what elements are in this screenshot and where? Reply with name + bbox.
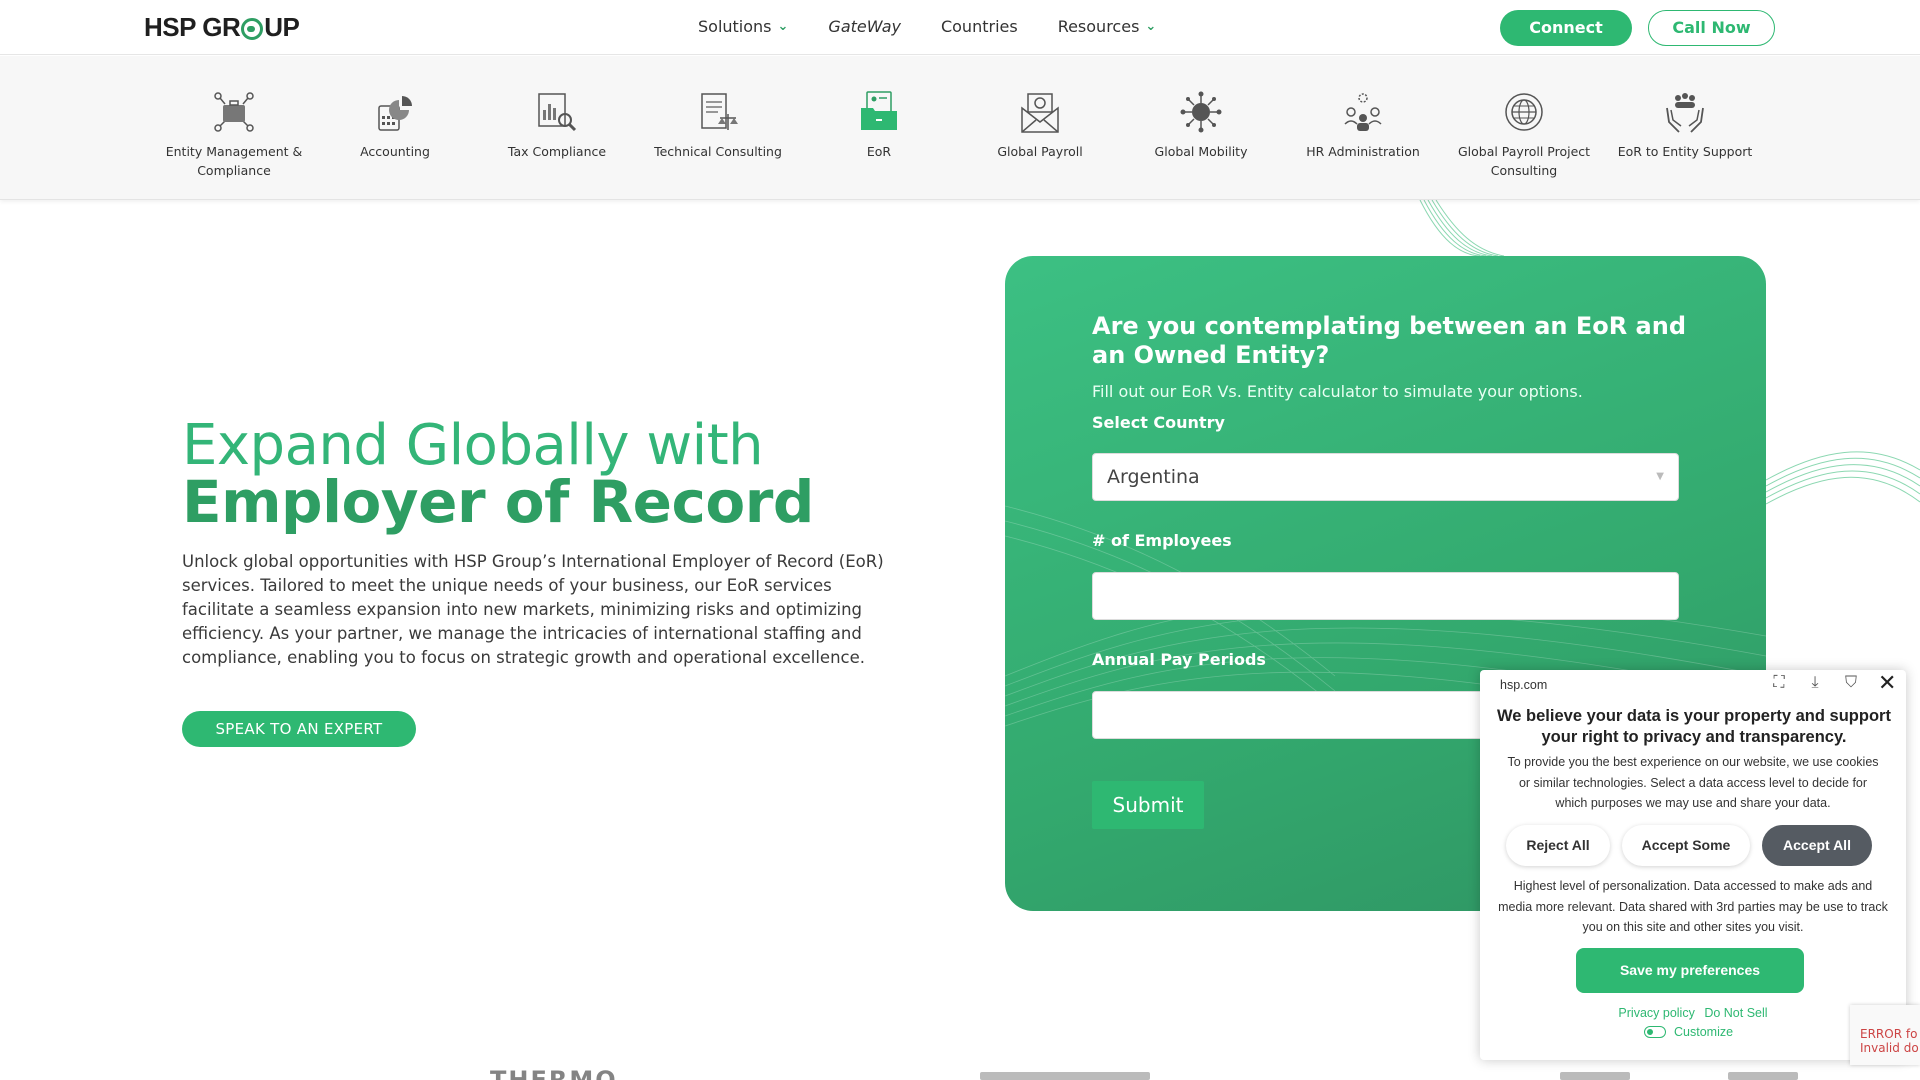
nav-solutions-label: Solutions: [698, 17, 772, 36]
nav-countries[interactable]: Countries: [941, 17, 1018, 36]
service-hr-administration[interactable]: HR Administration: [1283, 90, 1443, 161]
services-bar: Entity Management & Compliance Accountin…: [0, 56, 1920, 200]
service-eor-to-entity[interactable]: EoR to Entity Support: [1605, 90, 1765, 161]
people-gear-icon: [1344, 93, 1382, 131]
toggle-icon: [1644, 1026, 1666, 1038]
folder-id-icon: [861, 91, 897, 130]
chevron-down-icon: ⌄: [777, 19, 789, 34]
cookie-level-description: Highest level of personalization. Data a…: [1498, 879, 1888, 934]
cookie-body: To provide you the best experience on ou…: [1507, 755, 1879, 810]
close-icon[interactable]: ✕: [1878, 672, 1896, 694]
hsp-group-logo[interactable]: HSP GR UP: [144, 12, 300, 43]
document-magnifier-icon: [538, 93, 577, 132]
site-header: HSP GR UP Solutions ⌄ GateWay Countries R…: [0, 0, 1920, 55]
download-icon[interactable]: ⤓: [1806, 674, 1824, 692]
shield-icon[interactable]: ⛉: [1842, 674, 1860, 692]
service-label: Global Payroll: [997, 144, 1083, 159]
service-eor[interactable]: EoR: [799, 90, 959, 161]
call-now-button[interactable]: Call Now: [1648, 10, 1775, 46]
service-label: Global Payroll Project Consulting: [1457, 144, 1591, 178]
cookie-site-name: hsp.com: [1500, 678, 1548, 692]
service-label: Tax Compliance: [507, 144, 607, 159]
cookie-consent-dialog: hsp.com ⛶ ⤓ ⛉ ✕ We believe your data is …: [1480, 670, 1906, 1060]
nav-countries-label: Countries: [940, 17, 1018, 36]
hero-title-line-2: Employer of Record: [182, 468, 814, 536]
cookie-links: Privacy policy Do Not Sell: [1480, 1006, 1906, 1020]
customize-label: Customize: [1674, 1025, 1734, 1039]
form-title: Are you contemplating between an EoR and…: [1092, 312, 1687, 369]
calculator-chart-icon: [378, 96, 412, 131]
partner-logo-thermo: THERMO: [490, 1066, 618, 1080]
hands-people-icon: [1666, 93, 1704, 133]
nav-gateway-label: GateWay: [828, 17, 901, 36]
service-label: EoR to Entity Support: [1617, 144, 1753, 159]
employees-input[interactable]: [1092, 572, 1679, 620]
nav-resources-label: Resources: [1057, 17, 1140, 36]
partner-logo: [1728, 1072, 1798, 1080]
accept-all-button[interactable]: Accept All: [1762, 825, 1872, 866]
save-preferences-button[interactable]: Save my preferences: [1576, 948, 1804, 993]
speak-to-expert-button[interactable]: SPEAK TO AN EXPERT: [182, 711, 416, 747]
service-tax-compliance[interactable]: Tax Compliance: [477, 90, 637, 161]
globe-arrows-icon: [1505, 93, 1543, 131]
partner-logo: [1560, 1072, 1630, 1080]
reject-all-button[interactable]: Reject All: [1506, 825, 1610, 866]
service-global-mobility[interactable]: Global Mobility: [1121, 90, 1281, 161]
service-global-payroll[interactable]: Global Payroll: [960, 90, 1120, 161]
nav-solutions[interactable]: Solutions ⌄: [698, 17, 788, 36]
hero-description: Unlock global opportunities with HSP Gro…: [182, 552, 884, 667]
country-select-value: Argentina: [1107, 466, 1200, 488]
recaptcha-badge[interactable]: ERROR fo Invalid do: [1850, 1005, 1920, 1065]
cookie-toolbar: ⛶ ⤓ ⛉ ✕: [1770, 672, 1896, 694]
employees-label: # of Employees: [1092, 531, 1232, 550]
nav-gateway[interactable]: GateWay: [828, 17, 901, 36]
cookie-heading: We believe your data is your property an…: [1497, 707, 1891, 746]
chevron-down-icon: ⌄: [1145, 19, 1157, 34]
briefcase-network-icon: [214, 92, 254, 132]
service-label: Global Mobility: [1154, 144, 1248, 159]
globe-network-icon: [1180, 91, 1222, 133]
country-select[interactable]: Argentina ▼: [1092, 453, 1679, 501]
service-accounting[interactable]: Accounting: [315, 90, 475, 161]
service-payroll-project-consulting[interactable]: Global Payroll Project Consulting: [1444, 90, 1604, 180]
customize-toggle[interactable]: Customize: [1644, 1025, 1733, 1039]
privacy-policy-link[interactable]: Privacy policy: [1618, 1006, 1694, 1020]
service-label: Entity Management & Compliance: [165, 144, 303, 178]
service-label: EoR: [866, 144, 892, 159]
main-nav: Solutions ⌄ GateWay Countries Resources …: [698, 17, 1156, 36]
recaptcha-error-text: Invalid do: [1860, 1041, 1919, 1055]
logo-text: HSP GR: [144, 12, 241, 42]
accept-some-button[interactable]: Accept Some: [1622, 825, 1750, 866]
nav-resources[interactable]: Resources ⌄: [1058, 17, 1157, 36]
expand-icon[interactable]: ⛶: [1770, 674, 1788, 692]
service-entity-management[interactable]: Entity Management & Compliance: [154, 90, 314, 180]
recaptcha-error-text: ERROR fo: [1860, 1027, 1918, 1041]
form-subtitle: Fill out our EoR Vs. Entity calculator t…: [1092, 382, 1583, 401]
connect-button[interactable]: Connect: [1500, 10, 1632, 46]
service-label: HR Administration: [1306, 144, 1420, 159]
service-label: Accounting: [360, 144, 430, 159]
envelope-money-icon: [1021, 93, 1059, 133]
document-scales-icon: [701, 93, 738, 130]
do-not-sell-link[interactable]: Do Not Sell: [1704, 1006, 1767, 1020]
select-country-label: Select Country: [1092, 413, 1225, 432]
caret-down-icon: ▼: [1656, 471, 1664, 482]
globe-icon: [241, 17, 264, 40]
submit-button[interactable]: Submit: [1092, 781, 1204, 829]
partner-logo: [980, 1072, 1150, 1080]
service-technical-consulting[interactable]: Technical Consulting: [638, 90, 798, 161]
logo-text-end: UP: [264, 12, 300, 42]
service-label: Technical Consulting: [654, 144, 782, 159]
pay-periods-label: Annual Pay Periods: [1092, 650, 1266, 669]
